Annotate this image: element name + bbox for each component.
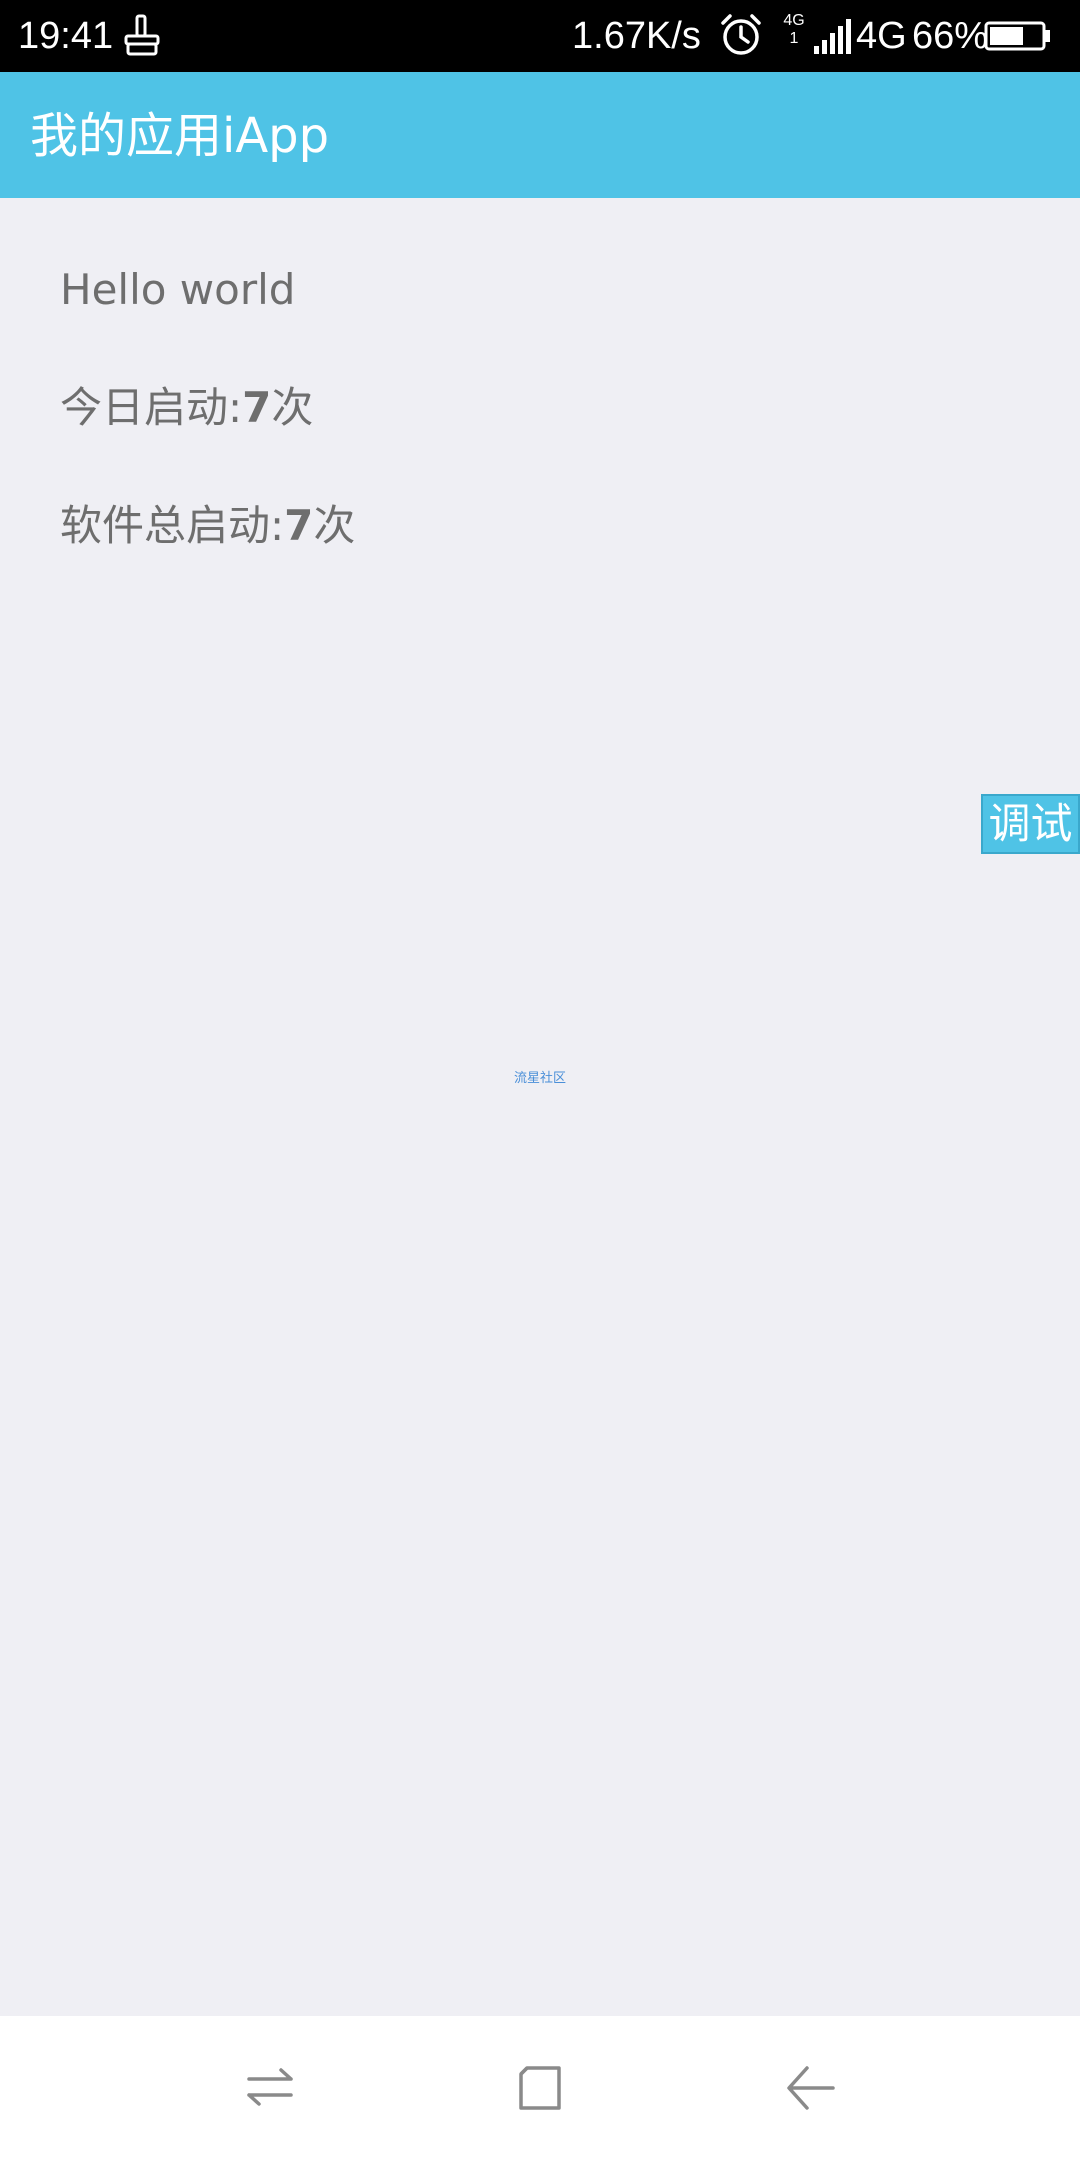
total-launch-label: 软件总启动:	[60, 501, 285, 550]
battery-percent: 66%	[912, 15, 989, 57]
total-launch-count: 软件总启动:7次	[60, 498, 355, 554]
switch-apps-icon[interactable]	[235, 2052, 305, 2122]
notification-icon	[124, 14, 160, 56]
today-launch-count: 今日启动:7次	[60, 380, 313, 436]
debug-button[interactable]: 调试	[981, 794, 1080, 854]
alarm-icon	[721, 14, 761, 55]
today-launch-unit: 次	[271, 383, 314, 432]
home-icon[interactable]	[505, 2052, 575, 2122]
community-link[interactable]: 流星社区	[490, 1070, 590, 1088]
signal-icon	[814, 19, 851, 54]
app-title: 我的应用iApp	[30, 108, 330, 164]
status-bar: 19:41 1.67K/s 4G 1 4G 66%	[0, 0, 1080, 72]
today-launch-label: 今日启动:	[60, 383, 243, 432]
network-speed: 1.67K/s	[572, 15, 701, 57]
app-bar: 我的应用iApp	[0, 72, 1080, 198]
total-launch-unit: 次	[313, 501, 356, 550]
back-icon[interactable]	[775, 2052, 845, 2122]
navigation-bar	[0, 2016, 1080, 2160]
status-time: 19:41	[18, 15, 114, 57]
today-launch-number: 7	[242, 383, 272, 432]
battery-icon	[984, 21, 1050, 51]
network-type: 4G	[856, 15, 907, 57]
mobile-data-indicator: 4G 1	[783, 12, 805, 47]
screen: 19:41 1.67K/s 4G 1 4G 66% 我的应用iApp Hello…	[0, 0, 1080, 2160]
hello-text: Hello world	[60, 265, 296, 314]
total-launch-number: 7	[284, 501, 314, 550]
